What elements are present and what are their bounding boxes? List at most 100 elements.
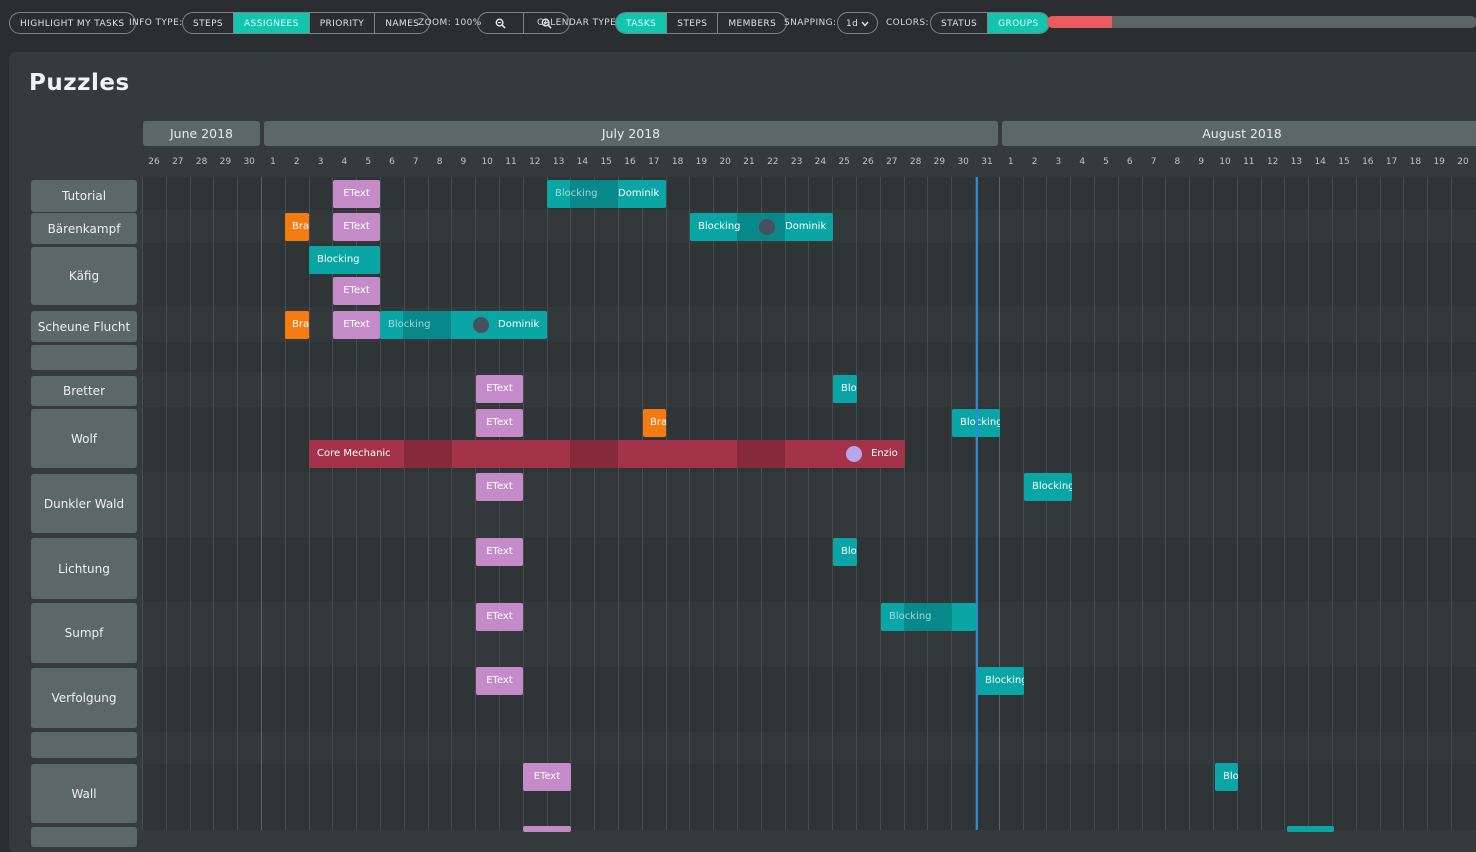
grid-line: [737, 177, 738, 830]
grid-line: [1070, 177, 1072, 830]
task-bar[interactable]: EText: [333, 213, 380, 241]
task-bar[interactable]: EText: [476, 603, 523, 631]
snapping-label: SNAPPING:: [784, 18, 837, 28]
row-label-baerenkampf[interactable]: Bärenkampf: [31, 213, 137, 244]
day-number: 13: [1290, 157, 1303, 167]
zoom-label: ZOOM: 100%: [418, 18, 482, 28]
grid-line: [1189, 177, 1191, 830]
colors-groups[interactable]: GROUPS: [987, 13, 1049, 33]
day-number: 3: [1055, 157, 1062, 167]
zoom-out-button[interactable]: [478, 13, 523, 33]
row-label-scheune-flucht[interactable]: Scheune Flucht: [31, 311, 137, 342]
task-bar[interactable]: EText: [476, 409, 523, 437]
row-label-sumpf[interactable]: Sumpf: [31, 603, 137, 663]
task-bar[interactable]: Blocking Dominik: [547, 180, 666, 208]
grid-line: [832, 177, 834, 830]
grid-line: [403, 177, 405, 830]
day-number: 28: [195, 157, 208, 167]
task-bar[interactable]: EText: [476, 667, 523, 695]
day-number: 21: [743, 157, 755, 167]
grid-line: [522, 177, 524, 830]
day-number: 31: [981, 157, 993, 167]
day-number: 16: [624, 157, 636, 167]
calendar-type-label: CALENDAR TYPE:: [537, 18, 620, 28]
day-number: 12: [529, 157, 541, 167]
task-label: EText: [343, 319, 370, 330]
task-bar[interactable]: Blo: [833, 538, 857, 566]
calendar-type-steps[interactable]: STEPS: [666, 13, 717, 33]
grid-line: [380, 177, 381, 830]
info-type-steps[interactable]: STEPS: [183, 13, 233, 33]
task-bar[interactable]: Blocking: [881, 603, 976, 631]
row-label-bretter[interactable]: Bretter: [31, 376, 137, 406]
task-bar[interactable]: Blo: [833, 375, 857, 403]
row-label-kaefig[interactable]: Käfig: [31, 247, 137, 305]
row-label-next[interactable]: [31, 827, 137, 847]
task-bar[interactable]: Bra: [285, 213, 309, 241]
grid-line: [356, 177, 358, 830]
row-label-lichtung[interactable]: Lichtung: [31, 538, 137, 599]
day-number: 19: [695, 157, 708, 167]
task-bar[interactable]: Blo: [1215, 763, 1238, 791]
task-bar[interactable]: Blocking: [977, 667, 1024, 695]
grid-line: [856, 177, 857, 830]
month-header-august: August 2018: [1002, 121, 1476, 146]
row-label-empty[interactable]: [31, 732, 137, 758]
task-bar[interactable]: EText: [333, 311, 380, 339]
row-label-wolf[interactable]: Wolf: [31, 409, 137, 468]
grid-line: [879, 177, 881, 830]
task-bar[interactable]: Blocking Dominik: [380, 311, 547, 339]
day-number: 24: [814, 157, 827, 167]
task-bar[interactable]: EText: [476, 473, 523, 501]
task-label: Blocking: [555, 188, 598, 199]
grid-line: [1451, 177, 1452, 830]
row-label-dunkler-wald[interactable]: Dunkler Wald: [31, 474, 137, 533]
day-number: 8: [436, 157, 443, 167]
task-bar[interactable]: [1287, 826, 1334, 832]
task-bar[interactable]: EText: [476, 538, 523, 566]
assignee-name: Dominik: [618, 188, 660, 199]
row-label-verfolgung[interactable]: Verfolgung: [31, 668, 137, 728]
task-bar[interactable]: Bra: [285, 311, 309, 339]
info-type-priority[interactable]: PRIORITY: [308, 13, 375, 33]
day-number: 11: [505, 157, 517, 167]
day-number: 20: [719, 157, 731, 167]
row-label-wall[interactable]: Wall: [31, 764, 137, 823]
calendar-type-members[interactable]: MEMBERS: [717, 13, 786, 33]
task-bar[interactable]: EText: [476, 375, 523, 403]
task-label: Blocking: [698, 221, 741, 232]
snapping-select[interactable]: 1d: [837, 12, 878, 34]
task-bar[interactable]: [523, 826, 571, 832]
day-number: 18: [671, 157, 684, 167]
task-bar[interactable]: EText: [523, 763, 571, 791]
highlight-my-tasks-button[interactable]: HIGHLIGHT MY TASKS: [9, 12, 136, 34]
grid-line: [451, 177, 453, 830]
day-number: 5: [365, 157, 372, 167]
grid-line: [1165, 177, 1167, 830]
task-label: Core Mechanic: [317, 448, 391, 459]
calendar-type-tasks[interactable]: TASKS: [616, 13, 667, 33]
chevron-down-icon: [861, 21, 869, 27]
grid-line: [332, 177, 334, 830]
task-bar[interactable]: EText: [333, 277, 380, 305]
row-label-tutorial[interactable]: Tutorial: [31, 180, 137, 212]
grid-line: [1308, 177, 1310, 830]
grid-line: [1141, 177, 1143, 830]
task-bar[interactable]: Blocking: [309, 246, 380, 274]
day-number: 25: [838, 157, 850, 167]
colors-status[interactable]: STATUS: [931, 13, 987, 33]
day-number: 2: [293, 157, 300, 167]
grid-line: [760, 177, 762, 830]
task-bar[interactable]: Bra: [643, 409, 666, 437]
task-bar[interactable]: EText: [333, 180, 380, 208]
day-number: 26: [148, 157, 160, 167]
grid-line: [1403, 177, 1405, 830]
task-bar[interactable]: Blocking: [1024, 473, 1072, 501]
grid-line: [665, 177, 667, 830]
info-type-assignees[interactable]: ASSIGNEES: [233, 13, 309, 33]
day-number: 13: [552, 157, 565, 167]
row-label-empty[interactable]: [31, 345, 137, 370]
task-bar[interactable]: Core Mechanic Enzio: [309, 440, 905, 468]
day-number: 17: [648, 157, 660, 167]
task-bar[interactable]: Blocking Dominik: [690, 213, 833, 241]
